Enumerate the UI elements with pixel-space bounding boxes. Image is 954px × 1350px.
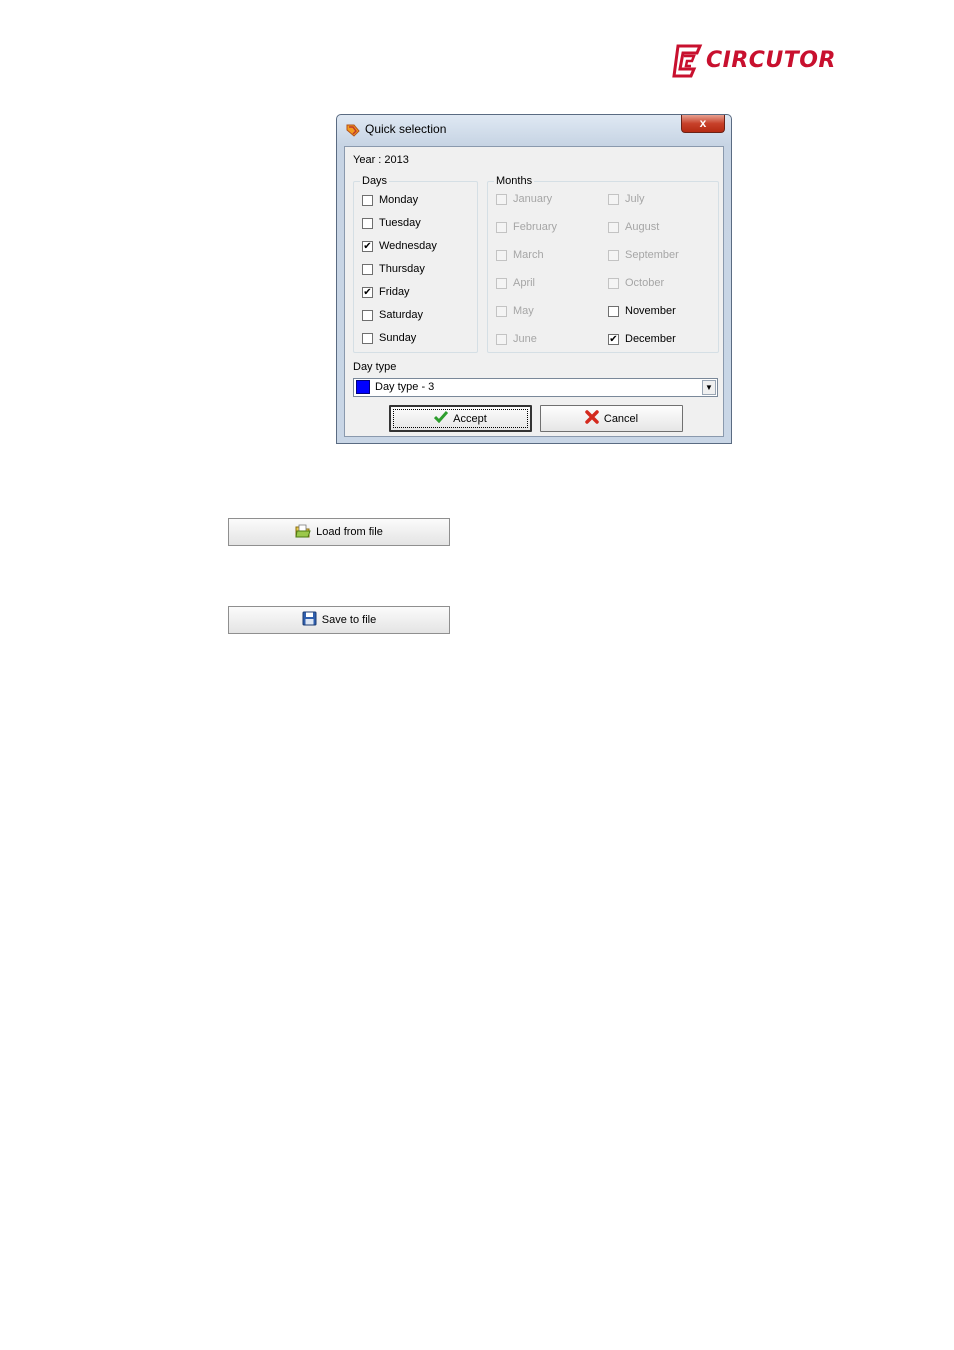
checkbox-label: July <box>625 193 645 205</box>
checkbox-label: Monday <box>379 194 419 206</box>
checkbox-unchecked <box>608 222 619 233</box>
dialog-body: Year : 2013 Days Monday Tuesday ✔ Wednesday… <box>344 146 724 437</box>
checkbox-checked[interactable]: ✔ <box>362 287 373 298</box>
day-type-label: Day type <box>353 361 397 373</box>
load-from-file-button[interactable]: Load from file <box>228 518 450 546</box>
checkbox-checked[interactable]: ✔ <box>362 241 373 252</box>
checkbox-unchecked <box>608 250 619 261</box>
checkbox-unchecked[interactable] <box>362 310 373 321</box>
open-folder-icon <box>295 523 311 542</box>
checkbox-unchecked[interactable] <box>362 195 373 206</box>
circutor-logo-mark-icon <box>672 44 703 78</box>
save-to-file-button[interactable]: Save to file <box>228 606 450 634</box>
checkbox-unchecked <box>608 278 619 289</box>
checkbox-label: January <box>513 193 553 205</box>
window-app-icon <box>345 122 361 138</box>
months-group: Months January February March April May June J… <box>487 175 719 353</box>
year-label: Year : 2013 <box>353 154 409 166</box>
checkbox-unchecked[interactable] <box>362 264 373 275</box>
accept-button-label: Accept <box>453 412 487 425</box>
checkbox-label: Saturday <box>379 309 424 321</box>
days-group-title: Days <box>360 175 390 187</box>
checkbox-label: Thursday <box>379 263 425 275</box>
circutor-logo: CIRCUTOR <box>672 44 847 80</box>
checkbox-unchecked <box>496 194 507 205</box>
floppy-disk-icon <box>302 611 317 629</box>
checkmark-icon <box>434 411 449 426</box>
checkbox-label: November <box>625 305 676 317</box>
circutor-logo-text: CIRCUTOR <box>706 48 836 73</box>
chevron-down-icon[interactable]: ▼ <box>702 380 716 395</box>
window-title: Quick selection <box>365 122 447 136</box>
checkbox-unchecked <box>608 194 619 205</box>
checkbox-label: August <box>625 221 660 233</box>
day-type-selected-value: Day type - 3 <box>375 381 435 393</box>
checkbox-label: September <box>625 249 679 261</box>
months-group-title: Months <box>494 175 535 187</box>
close-button[interactable]: x <box>681 115 725 133</box>
save-to-file-label: Save to file <box>321 614 377 626</box>
checkbox-label: December <box>625 333 676 345</box>
checkbox-label: October <box>625 277 665 289</box>
checkbox-unchecked <box>496 222 507 233</box>
checkbox-label: June <box>513 333 537 345</box>
checkbox-unchecked <box>496 334 507 345</box>
checkbox-unchecked[interactable] <box>362 218 373 229</box>
checkbox-label: Wednesday <box>379 240 437 252</box>
days-group: Days Monday Tuesday ✔ Wednesday Thursday ✔ Fri… <box>353 175 478 353</box>
checkbox-label: April <box>513 277 536 289</box>
red-x-icon <box>585 410 599 427</box>
checkbox-label: February <box>513 221 558 233</box>
checkbox-unchecked <box>496 278 507 289</box>
checkbox-checked[interactable]: ✔ <box>608 334 619 345</box>
checkbox-label: Friday <box>379 286 410 298</box>
checkbox-label: May <box>513 305 534 317</box>
checkbox-label: Sunday <box>379 332 417 344</box>
load-from-file-label: Load from file <box>316 526 383 538</box>
cancel-button-label: Cancel <box>603 412 639 425</box>
checkbox-unchecked <box>496 306 507 317</box>
quick-selection-window: Quick selection x Year : 2013 Days Monda… <box>336 114 732 444</box>
cancel-button[interactable]: Cancel <box>540 405 683 432</box>
checkbox-label: Tuesday <box>379 217 421 229</box>
day-type-select[interactable]: Day type - 3 ▼ <box>353 378 718 397</box>
checkbox-unchecked[interactable] <box>608 306 619 317</box>
day-type-color-swatch <box>356 380 370 394</box>
close-icon: x <box>699 116 707 130</box>
checkbox-label: March <box>513 249 544 261</box>
accept-button[interactable]: Accept <box>389 405 532 432</box>
checkbox-unchecked[interactable] <box>362 333 373 344</box>
checkbox-unchecked <box>496 250 507 261</box>
